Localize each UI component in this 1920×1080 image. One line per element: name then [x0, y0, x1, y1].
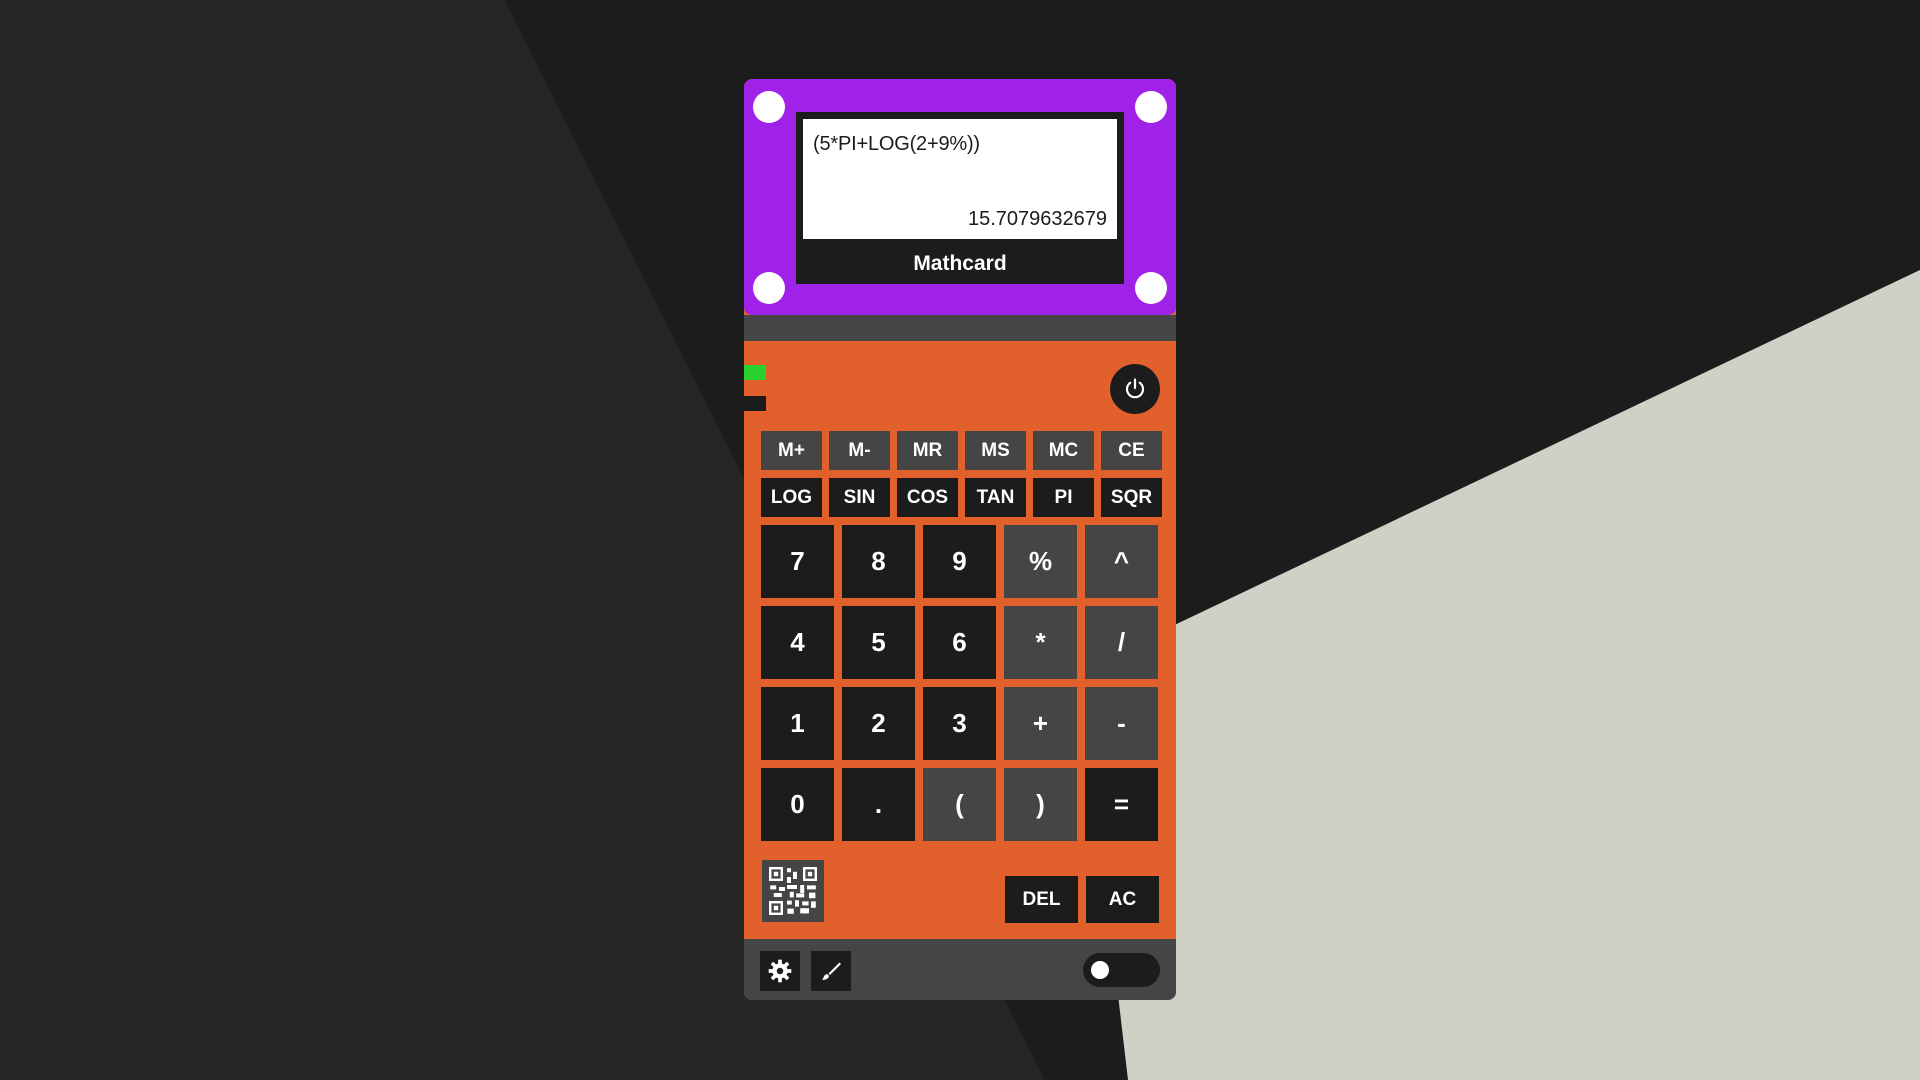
result-text: 15.7079632679 [967, 208, 1107, 230]
calculator: (5*PI+LOG(2+9%)) 15.7079632679 Mathcard … [744, 79, 1176, 1000]
key-pi[interactable]: PI [1033, 478, 1094, 517]
key-power-caret[interactable]: ^ [1085, 525, 1158, 598]
function-row: LOG SIN COS TAN PI SQR [761, 478, 1166, 517]
key-ce[interactable]: CE [1101, 431, 1162, 470]
key-divide[interactable]: / [1085, 606, 1158, 679]
expression-text: (5*PI+LOG(2+9%)) [813, 133, 980, 155]
screw [1135, 272, 1167, 304]
status-led-black [744, 396, 766, 411]
keypad: 7 8 9 % ^ 4 5 6 * / 1 2 3 + - 0 . ( ) = [761, 525, 1158, 841]
power-button[interactable] [1110, 364, 1160, 414]
display: (5*PI+LOG(2+9%)) 15.7079632679 [803, 119, 1117, 239]
screw [753, 91, 785, 123]
memory-row: M+ M- MR MS MC CE [761, 431, 1166, 470]
key-4[interactable]: 4 [761, 606, 834, 679]
key-tan[interactable]: TAN [965, 478, 1026, 517]
key-sin[interactable]: SIN [829, 478, 890, 517]
key-cos[interactable]: COS [897, 478, 958, 517]
brush-button[interactable] [811, 951, 851, 991]
key-log[interactable]: LOG [761, 478, 822, 517]
key-8[interactable]: 8 [842, 525, 915, 598]
key-mc[interactable]: MC [1033, 431, 1094, 470]
brush-icon [822, 962, 841, 980]
key-close-paren[interactable]: ) [1004, 768, 1077, 841]
brand-label: Mathcard [913, 252, 1007, 275]
key-3[interactable]: 3 [923, 687, 996, 760]
key-open-paren[interactable]: ( [923, 768, 996, 841]
key-m-minus[interactable]: M- [829, 431, 890, 470]
key-ms[interactable]: MS [965, 431, 1026, 470]
theme-toggle[interactable] [1083, 953, 1160, 987]
toggle-knob [1091, 961, 1109, 979]
screw [1135, 91, 1167, 123]
key-2[interactable]: 2 [842, 687, 915, 760]
key-m-plus[interactable]: M+ [761, 431, 822, 470]
key-decimal[interactable]: . [842, 768, 915, 841]
key-7[interactable]: 7 [761, 525, 834, 598]
all-clear-button[interactable]: AC [1086, 876, 1159, 923]
qr-button[interactable] [762, 860, 824, 922]
settings-button[interactable] [760, 951, 800, 991]
power-icon [1125, 378, 1145, 399]
key-minus[interactable]: - [1085, 687, 1158, 760]
key-5[interactable]: 5 [842, 606, 915, 679]
divider-strip [744, 315, 1176, 341]
key-mr[interactable]: MR [897, 431, 958, 470]
key-1[interactable]: 1 [761, 687, 834, 760]
display-bezel: (5*PI+LOG(2+9%)) 15.7079632679 Mathcard [796, 112, 1124, 284]
qr-code-icon [769, 867, 817, 915]
gear-icon [768, 959, 792, 983]
key-9[interactable]: 9 [923, 525, 996, 598]
delete-button[interactable]: DEL [1005, 876, 1078, 923]
key-sqr[interactable]: SQR [1101, 478, 1162, 517]
key-multiply[interactable]: * [1004, 606, 1077, 679]
footer-bar [744, 939, 1176, 1000]
screw [753, 272, 785, 304]
key-percent[interactable]: % [1004, 525, 1077, 598]
key-plus[interactable]: + [1004, 687, 1077, 760]
key-6[interactable]: 6 [923, 606, 996, 679]
key-equals[interactable]: = [1085, 768, 1158, 841]
status-led-green [744, 365, 766, 380]
key-0[interactable]: 0 [761, 768, 834, 841]
screen-frame: (5*PI+LOG(2+9%)) 15.7079632679 Mathcard [744, 79, 1176, 315]
